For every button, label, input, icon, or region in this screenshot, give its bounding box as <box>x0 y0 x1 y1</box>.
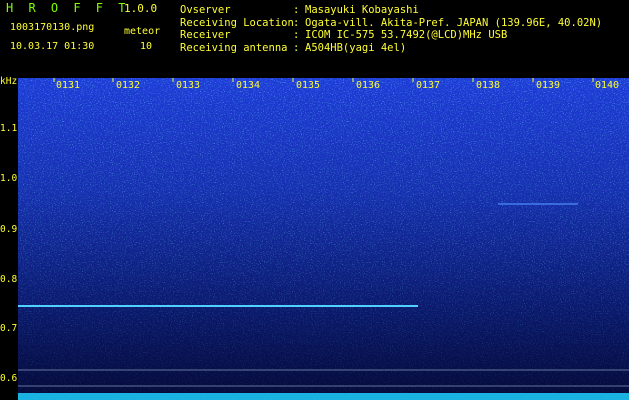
x-tick: 0132 <box>116 80 141 91</box>
axis-unit-label: kHz <box>0 76 18 87</box>
y-tick: 1.1 <box>0 123 18 134</box>
x-tick: 0131 <box>56 80 81 91</box>
x-tick: 0136 <box>356 80 381 91</box>
x-tick: 0133 <box>176 80 201 91</box>
app-version: 1.0.0 <box>124 2 158 15</box>
x-tick: 0139 <box>536 80 561 91</box>
meteor-count: 10 <box>140 41 153 52</box>
baseline-band <box>18 393 629 400</box>
y-tick: 0.7 <box>0 323 18 334</box>
x-tick: 0140 <box>595 80 620 91</box>
station-info: Ovserver: Masayuki Kobayashi Receiving Lo… <box>180 4 602 54</box>
x-tick: 0135 <box>296 80 321 91</box>
info-row-location: Receiving Location: Ogata-vill. Akita-Pre… <box>180 16 603 29</box>
app-name: H R O F F T <box>6 1 130 15</box>
y-tick: 0.9 <box>0 224 18 235</box>
record-datetime: 10.03.17 01:30 <box>10 41 95 52</box>
spectrogram-canvas <box>18 78 629 400</box>
x-tick: 0138 <box>476 80 501 91</box>
y-tick: 0.6 <box>0 373 18 384</box>
frequency-axis: kHz 1.1 1.0 0.9 0.8 0.7 0.6 <box>0 76 18 400</box>
file-name: 1003170130.png <box>10 22 95 33</box>
y-tick: 1.0 <box>0 173 18 184</box>
info-row-observer: Ovserver: Masayuki Kobayashi <box>180 4 419 16</box>
meteor-label: meteor <box>124 26 161 37</box>
spectrogram[interactable] <box>18 78 629 400</box>
x-tick: 0137 <box>416 80 441 91</box>
x-tick: 0134 <box>236 80 261 91</box>
info-row-receiver: Receiver: ICOM IC-575 53.7492(@LCD)MHz US… <box>180 29 508 41</box>
header-panel: H R O F F T 1.0.0 1003170130.png meteor … <box>0 0 629 76</box>
y-tick: 0.8 <box>0 274 18 285</box>
info-row-antenna: Receiving antenna: A504HB(yagi 4el) <box>180 41 407 54</box>
